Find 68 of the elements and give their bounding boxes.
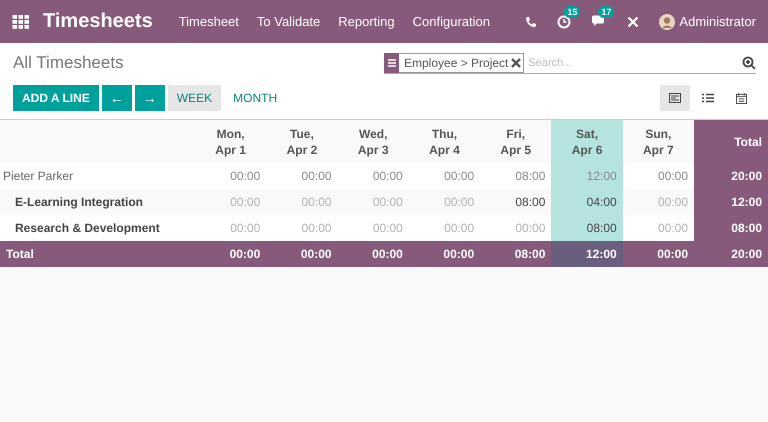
footer-total-cell: 00:00 — [622, 241, 694, 267]
footer-total-cell: 00:00 — [266, 241, 338, 267]
row-total-cell: 20:00 — [694, 163, 768, 189]
menu-item[interactable]: Timesheet — [178, 14, 239, 29]
previous-button[interactable]: ← — [102, 85, 132, 111]
footer-total-cell: 12:00 — [551, 241, 623, 267]
footer-total-cell: 08:00 — [480, 241, 552, 267]
project-row-label: E-Learning Integration — [0, 189, 195, 215]
time-cell: 00:00 — [622, 163, 694, 189]
total-column-header: Total — [694, 120, 768, 163]
menu-item[interactable]: Configuration — [412, 14, 490, 29]
app-title: Timesheets — [43, 10, 153, 33]
day-column-header: Fri, Apr 5 — [480, 120, 552, 163]
time-cell[interactable]: 00:00 — [195, 189, 266, 215]
time-cell: 00:00 — [266, 163, 338, 189]
time-cell[interactable]: 00:00 — [338, 215, 409, 241]
grid-view-icon — [669, 93, 681, 103]
next-button[interactable]: → — [134, 85, 165, 111]
time-cell: 12:00 — [551, 163, 623, 189]
phone-icon[interactable] — [525, 16, 538, 28]
time-cell: 00:00 — [338, 163, 409, 189]
footer-total-cell: 00:00 — [408, 241, 480, 267]
range-tab[interactable]: MONTH — [224, 85, 286, 111]
list-icon — [702, 93, 714, 103]
time-cell: 08:00 — [480, 163, 552, 189]
time-cell[interactable]: 00:00 — [480, 215, 552, 241]
range-tab[interactable]: WEEK — [168, 85, 222, 111]
apps-menu-icon[interactable] — [12, 14, 29, 28]
employee-row-label: Pieter Parker — [0, 163, 195, 189]
row-total-cell: 12:00 — [694, 189, 768, 215]
day-column-header: Sun, Apr 7 — [622, 120, 694, 163]
footer-total-label: Total — [0, 241, 195, 267]
clock-icon[interactable] — [557, 14, 572, 28]
time-cell: 00:00 — [408, 163, 480, 189]
time-cell[interactable]: 00:00 — [622, 189, 694, 215]
project-row-label: Research & Development — [0, 215, 195, 241]
time-cell: 00:00 — [195, 163, 266, 189]
user-name[interactable]: Administrator — [679, 14, 756, 29]
time-cell[interactable]: 00:00 — [266, 189, 338, 215]
remove-facet-icon[interactable] — [511, 52, 524, 72]
day-column-header: Sat, Apr 6 — [551, 120, 623, 163]
footer-total-cell: 00:00 — [338, 241, 409, 267]
avatar-icon[interactable] — [659, 14, 676, 30]
group-by-icon — [384, 52, 399, 72]
time-cell[interactable]: 00:00 — [195, 215, 266, 241]
tools-icon[interactable] — [627, 16, 640, 28]
time-cell[interactable]: 04:00 — [551, 189, 623, 215]
add-line-button[interactable]: ADD A LINE — [13, 85, 99, 111]
time-cell[interactable]: 00:00 — [266, 215, 338, 241]
menu-item[interactable]: Reporting — [338, 14, 395, 29]
time-cell[interactable]: 08:00 — [551, 215, 623, 241]
row-total-cell: 08:00 — [694, 215, 768, 241]
time-cell[interactable]: 00:00 — [408, 215, 480, 241]
grand-total-cell: 20:00 — [694, 241, 768, 267]
time-cell[interactable]: 00:00 — [338, 189, 409, 215]
breadcrumb: All Timesheets — [13, 53, 124, 73]
footer-total-cell: 00:00 — [195, 241, 266, 267]
search-input[interactable]: Search... — [524, 56, 742, 70]
grid-view-button[interactable] — [660, 85, 690, 111]
menu-item[interactable]: To Validate — [256, 14, 320, 29]
message-count-badge: 17 — [598, 6, 614, 18]
calendar-icon — [736, 92, 746, 104]
time-cell[interactable]: 08:00 — [480, 189, 552, 215]
search-facet: Employee > Project — [399, 52, 512, 72]
activity-count-badge: 15 — [564, 6, 580, 18]
time-cell[interactable]: 00:00 — [408, 189, 480, 215]
time-cell[interactable]: 00:00 — [622, 215, 694, 241]
search-icon[interactable] — [742, 56, 756, 70]
